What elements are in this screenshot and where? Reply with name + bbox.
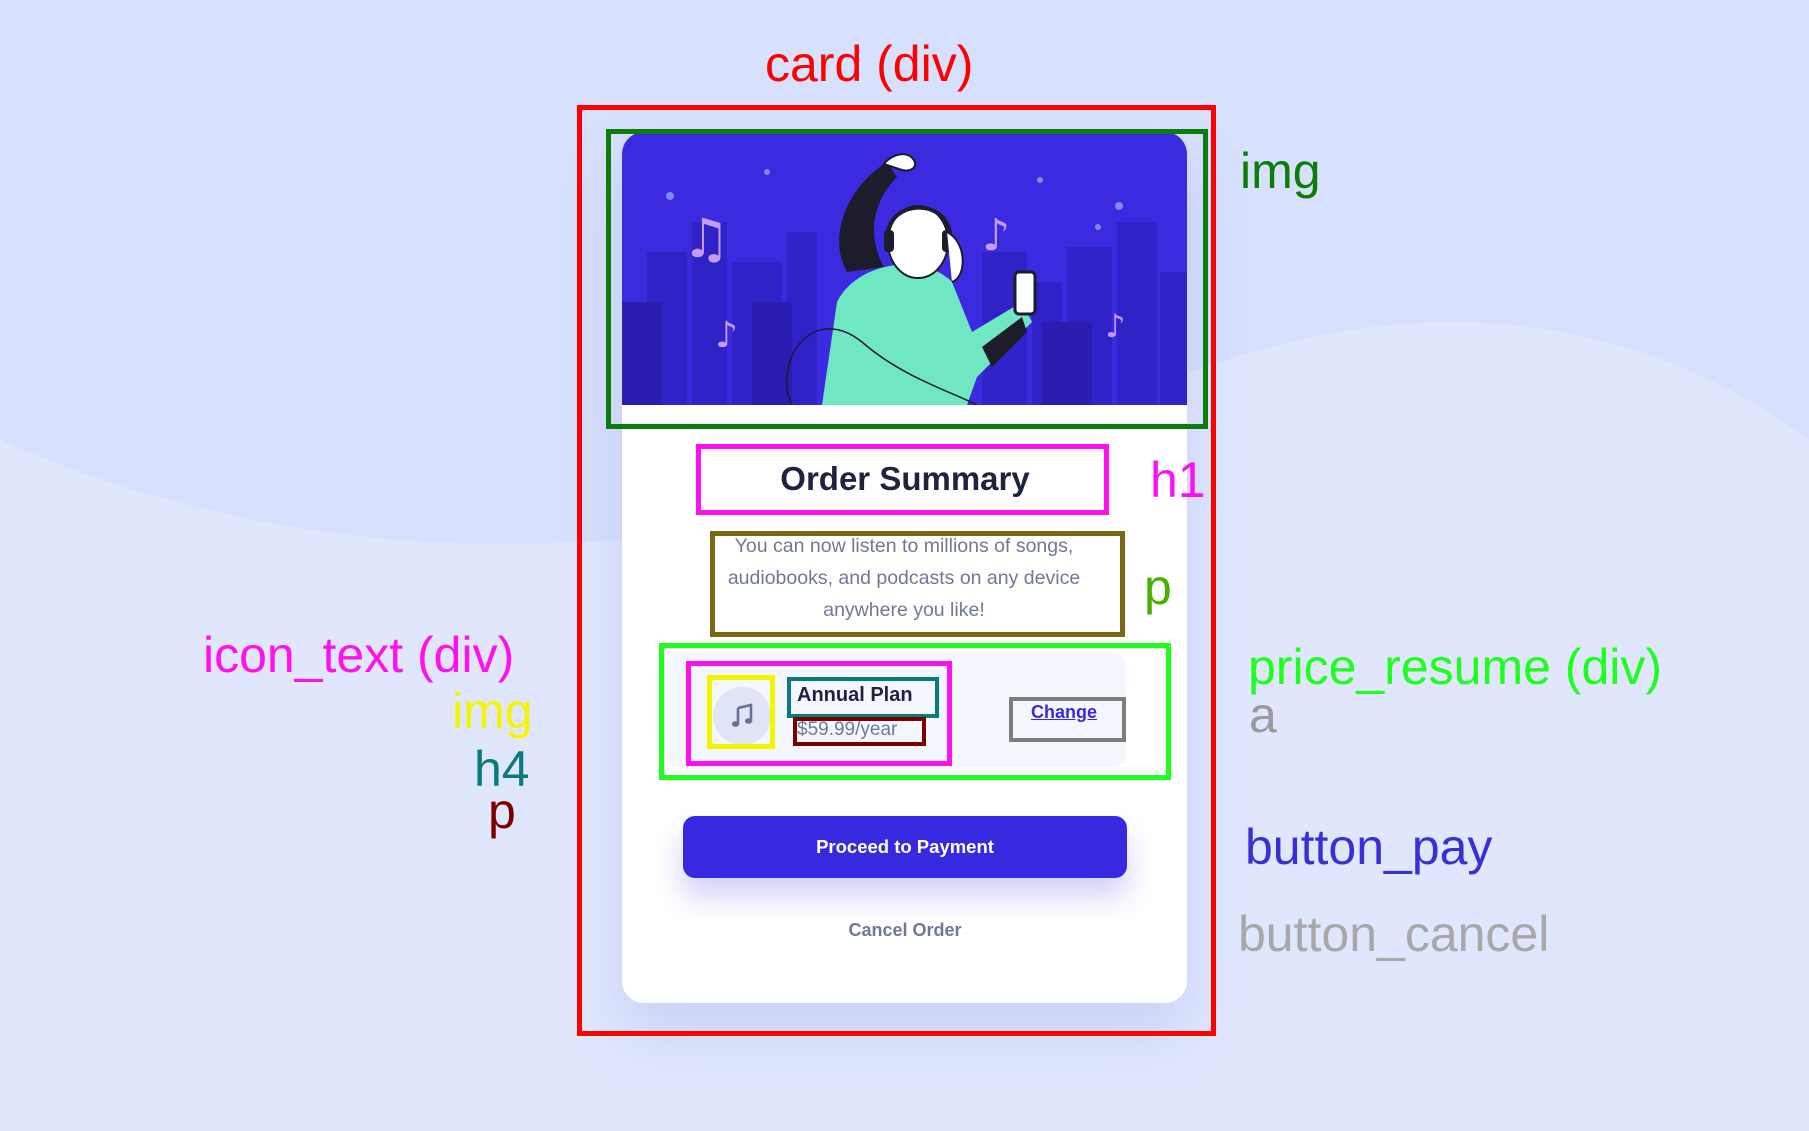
a-annotation-label: a bbox=[1249, 687, 1277, 743]
h4-annotation-box bbox=[787, 677, 939, 718]
p-annotation-box bbox=[710, 531, 1125, 637]
h1-annotation-label: h1 bbox=[1150, 452, 1206, 508]
h1-annotation-box bbox=[696, 444, 1109, 515]
a-annotation-box bbox=[1009, 697, 1126, 742]
button-pay-annotation-label: button_pay bbox=[1245, 819, 1493, 875]
img-annotation-label: img bbox=[1240, 143, 1321, 199]
icon-text-annotation-label: icon_text (div) bbox=[203, 627, 515, 683]
img-annotation-box bbox=[606, 129, 1208, 429]
icon-img-annotation-label: img bbox=[452, 683, 533, 739]
price-resume-annotation-label: price_resume (div) bbox=[1248, 639, 1663, 695]
p2-annotation-box bbox=[793, 717, 926, 746]
icon-img-annotation-box bbox=[707, 675, 775, 749]
button-cancel-annotation-label: button_cancel bbox=[1238, 906, 1550, 962]
card-annotation-label: card (div) bbox=[765, 36, 974, 92]
p-annotation-label: p bbox=[1144, 559, 1172, 615]
p2-annotation-label: p bbox=[488, 783, 516, 839]
